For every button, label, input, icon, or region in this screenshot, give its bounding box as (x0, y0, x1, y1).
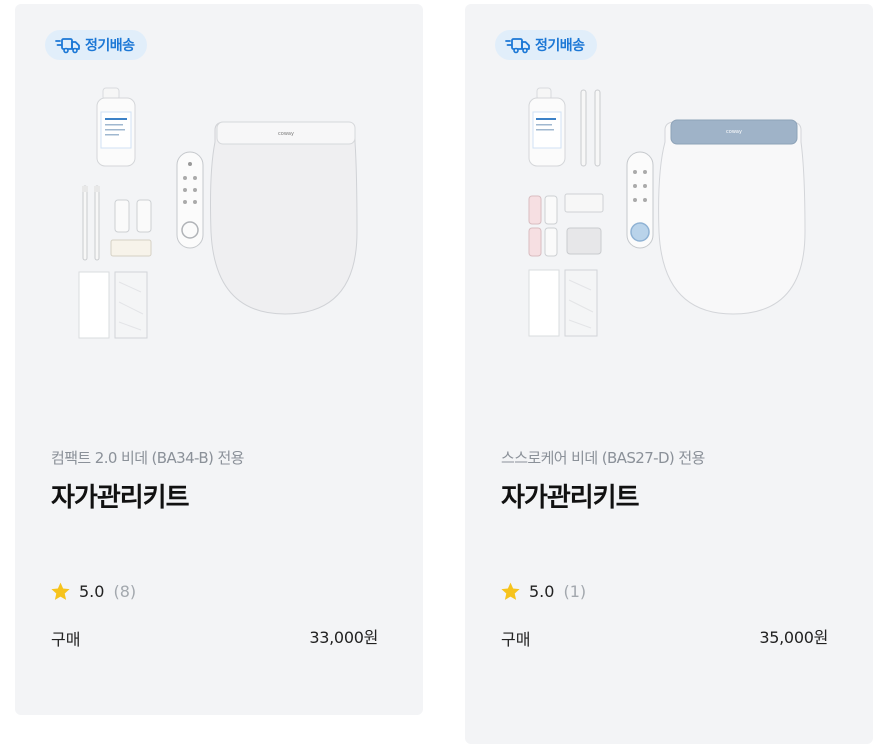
filter-cartridge (96, 87, 136, 167)
filter-cartridge (528, 87, 566, 167)
nozzle-tubes (580, 89, 601, 167)
delivery-truck-icon (505, 36, 531, 54)
brand-mark: coway (726, 129, 742, 135)
rating: 5.0 (1) (500, 581, 586, 602)
bidet-seat: coway (210, 121, 358, 315)
review-count: (1) (563, 582, 587, 601)
product-title[interactable]: 자가관리키트 (501, 477, 640, 514)
product-image[interactable]: coway (75, 82, 375, 347)
badge-label: 정기배송 (535, 38, 585, 54)
product-card[interactable]: 정기배송 (465, 4, 873, 744)
nozzle-tubes (82, 185, 100, 261)
price: 35,000원 (759, 628, 828, 647)
small-parts (528, 193, 604, 257)
buy-label: 구매 (501, 630, 531, 649)
badge-label: 정기배송 (85, 38, 135, 54)
subscription-badge: 정기배송 (495, 30, 597, 60)
product-subtitle: 컴팩트 2.0 비데 (BA34-B) 전용 (51, 449, 244, 467)
remote-control (626, 151, 654, 249)
product-title[interactable]: 자가관리키트 (51, 477, 190, 514)
product-subtitle: 스스로케어 비데 (BAS27-D) 전용 (501, 449, 705, 467)
rating-score: 5.0 (79, 582, 105, 601)
price: 33,000원 (309, 628, 378, 647)
product-image[interactable]: coway (525, 82, 825, 347)
cleaning-cloths (528, 269, 598, 337)
bidet-seat: coway (658, 119, 806, 315)
brand-mark: coway (278, 131, 294, 137)
review-count: (8) (113, 582, 137, 601)
rating: 5.0 (8) (50, 581, 136, 602)
buy-label: 구매 (51, 630, 81, 649)
star-icon (51, 582, 70, 600)
product-card[interactable]: 정기배송 (15, 4, 423, 715)
subscription-badge: 정기배송 (45, 30, 147, 60)
remote-control (176, 151, 204, 249)
rating-score: 5.0 (529, 582, 555, 601)
cleaning-cloths (78, 271, 148, 339)
small-parts (110, 199, 152, 257)
delivery-truck-icon (55, 36, 81, 54)
star-icon (501, 582, 520, 600)
